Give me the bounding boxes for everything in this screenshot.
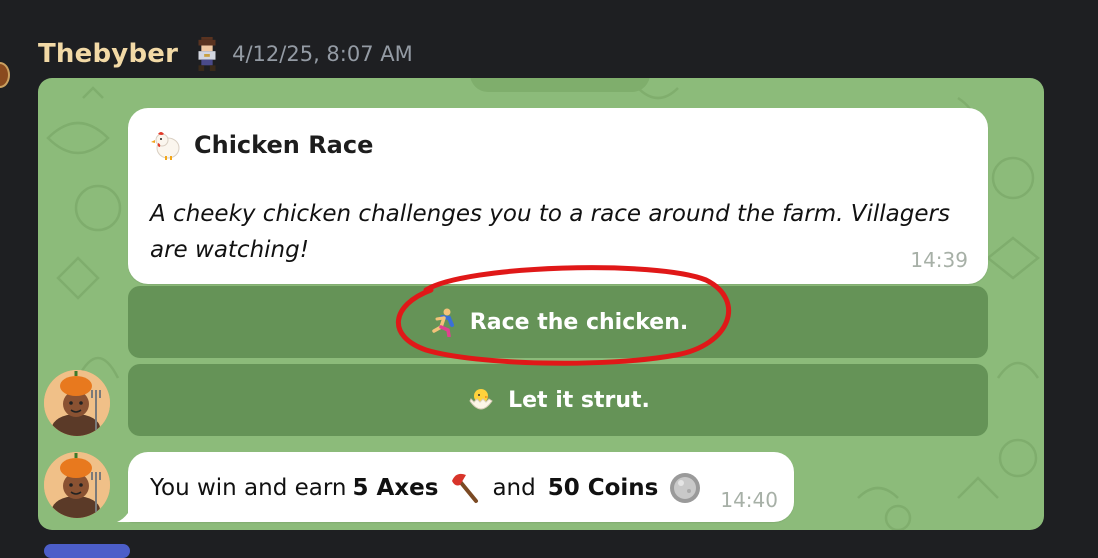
reward-message: You win and earn 5 Axes and 50 Coins 14:… (117, 452, 794, 522)
strut-button-label: Let it strut. (508, 387, 650, 413)
previous-message-edge (470, 78, 650, 92)
reward-text-start: You win and earn (150, 475, 347, 501)
card-title: Chicken Race (150, 129, 373, 161)
coins-amount: 50 Coins (547, 475, 659, 501)
runner-icon (432, 308, 454, 337)
let-it-strut-button[interactable]: Let it strut. (128, 364, 988, 436)
username[interactable]: Thebyber (38, 39, 178, 69)
next-message-chip (44, 544, 130, 558)
farmer-avatar[interactable] (44, 370, 110, 436)
axes-amount: 5 Axes (352, 475, 439, 501)
coin-icon (670, 473, 701, 503)
farmer-avatar[interactable] (44, 452, 110, 518)
race-the-chicken-button[interactable]: Race the chicken. (128, 286, 988, 358)
partial-avatar[interactable] (0, 62, 10, 88)
reward-text: You win and earn 5 Axes and 50 Coins (150, 471, 706, 505)
axe-icon (452, 473, 479, 503)
reward-text-and: and (492, 475, 536, 501)
hatching-chick-icon (469, 389, 493, 410)
chicken-icon (151, 132, 180, 160)
message-header: Thebyber 4/12/25, 8:07 AM (38, 34, 413, 74)
reward-time: 14:40 (720, 488, 778, 512)
telegram-screenshot: Chicken Race A cheeky chicken challenges… (38, 78, 1044, 530)
card-time: 14:39 (910, 248, 968, 272)
event-message-card: Chicken Race A cheeky chicken challenges… (128, 108, 988, 284)
pixel-character-icon (192, 37, 222, 71)
card-description: A cheeky chicken challenges you to a rac… (150, 201, 950, 263)
card-title-text: Chicken Race (194, 131, 374, 159)
bubble-tail (117, 504, 133, 522)
message-timestamp: 4/12/25, 8:07 AM (232, 42, 413, 66)
race-button-label: Race the chicken. (469, 309, 689, 335)
